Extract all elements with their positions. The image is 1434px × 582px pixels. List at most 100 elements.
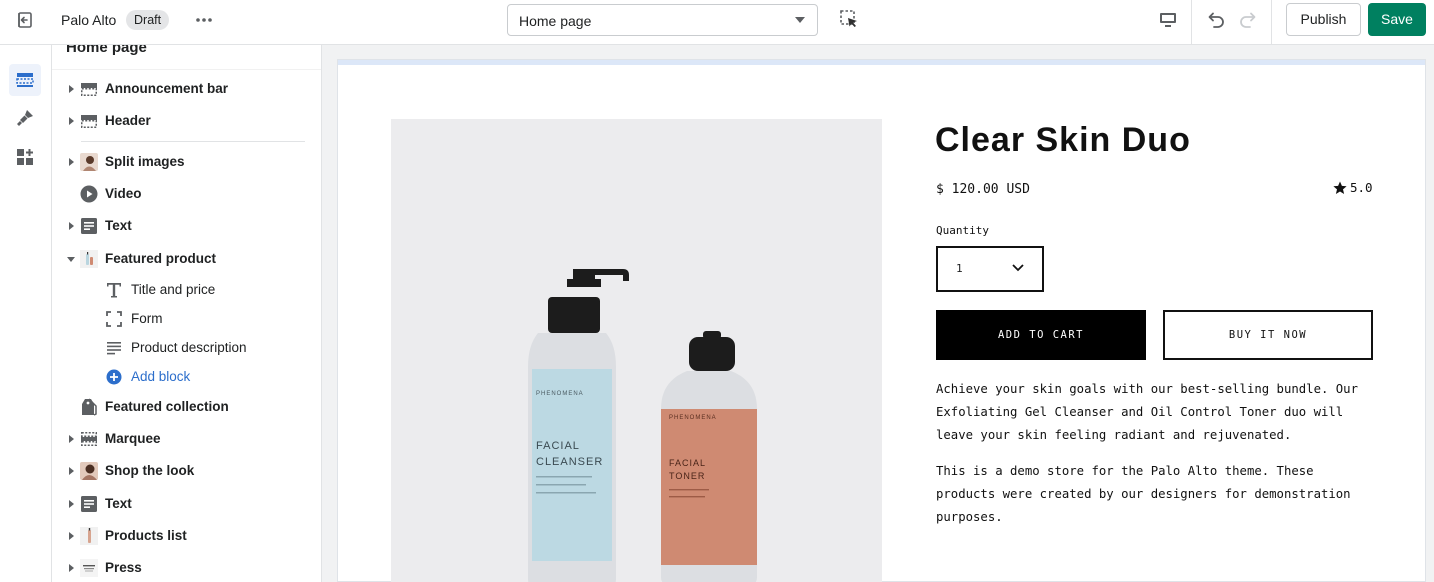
paintbrush-icon bbox=[17, 110, 33, 126]
description-paragraph: This is a demo store for the Palo Alto t… bbox=[936, 464, 1351, 524]
theme-settings-nav-button[interactable] bbox=[9, 102, 41, 134]
product-image[interactable]: PHENOMENA FACIAL CLEANSER PHENOMENA FACI… bbox=[391, 119, 882, 582]
product-price: $ 120.00 USD bbox=[936, 182, 1030, 197]
section-featured-collection[interactable]: Featured collection bbox=[52, 394, 321, 420]
select-cursor-icon bbox=[840, 10, 857, 27]
save-button[interactable]: Save bbox=[1368, 3, 1426, 36]
caret-right-icon[interactable] bbox=[66, 221, 76, 231]
editor-nav-rail bbox=[0, 45, 52, 582]
section-split-images[interactable]: Split images bbox=[52, 149, 321, 175]
add-block-label: Add block bbox=[131, 369, 191, 384]
section-announcement-bar[interactable]: Announcement bar bbox=[52, 76, 321, 102]
section-shop-the-look[interactable]: Shop the look bbox=[52, 458, 321, 484]
press-logo-icon bbox=[80, 559, 98, 577]
section-video[interactable]: Video bbox=[52, 181, 321, 207]
desktop-view-button[interactable] bbox=[1155, 7, 1181, 33]
add-block-button[interactable]: Add block bbox=[52, 364, 321, 390]
rating-value: 5.0 bbox=[1350, 180, 1373, 195]
section-press[interactable]: Press bbox=[52, 555, 321, 581]
product-thumbnail-icon bbox=[80, 250, 98, 268]
desktop-icon bbox=[1160, 13, 1176, 27]
section-label: Video bbox=[105, 186, 142, 201]
store-name: Palo Alto bbox=[61, 12, 117, 28]
text-block-icon bbox=[80, 495, 98, 513]
layout-header-icon bbox=[80, 112, 98, 130]
section-header[interactable]: Header bbox=[52, 108, 321, 134]
preview-frame-edge bbox=[338, 60, 1425, 65]
text-block-icon bbox=[80, 217, 98, 235]
caret-right-icon[interactable] bbox=[66, 499, 76, 509]
block-form[interactable]: Form bbox=[52, 306, 321, 332]
caret-right-icon[interactable] bbox=[66, 466, 76, 476]
page-select[interactable]: Home page bbox=[507, 4, 818, 36]
caret-right-icon[interactable] bbox=[66, 157, 76, 167]
publish-button[interactable]: Publish bbox=[1286, 3, 1361, 36]
section-label: Products list bbox=[105, 528, 187, 543]
redo-button[interactable] bbox=[1235, 7, 1261, 33]
section-text[interactable]: Text bbox=[52, 491, 321, 517]
caret-down-icon bbox=[795, 17, 805, 23]
plus-circle-icon bbox=[105, 368, 123, 386]
caret-right-icon[interactable] bbox=[66, 84, 76, 94]
undo-button[interactable] bbox=[1203, 7, 1229, 33]
section-featured-product[interactable]: Featured product bbox=[52, 246, 321, 272]
caret-right-icon[interactable] bbox=[66, 563, 76, 573]
left-bottle-name-line1: FACIAL bbox=[536, 440, 580, 452]
section-label: Press bbox=[105, 560, 142, 575]
more-actions-button[interactable] bbox=[192, 8, 216, 32]
chevron-down-icon bbox=[1012, 264, 1024, 272]
block-product-description[interactable]: Product description bbox=[52, 335, 321, 361]
block-title-and-price[interactable]: Title and price bbox=[52, 277, 321, 303]
product-title: Clear Skin Duo bbox=[935, 121, 1191, 159]
right-bottle-brand: PHENOMENA bbox=[669, 415, 717, 421]
image-thumbnail-icon bbox=[80, 153, 98, 171]
caret-right-icon[interactable] bbox=[66, 434, 76, 444]
status-badge: Draft bbox=[126, 10, 170, 30]
quantity-label: Quantity bbox=[936, 224, 989, 237]
left-bottle-name-line2: CLEANSER bbox=[536, 456, 603, 468]
align-left-icon bbox=[105, 339, 123, 357]
quantity-value: 1 bbox=[956, 262, 963, 275]
section-label: Text bbox=[105, 218, 132, 233]
section-label: Text bbox=[105, 496, 132, 511]
layout-bar-icon bbox=[80, 80, 98, 98]
product-thumbnail-icon bbox=[80, 527, 98, 545]
add-to-cart-button[interactable]: ADD TO CART bbox=[936, 310, 1146, 360]
section-label: Header bbox=[105, 113, 151, 128]
caret-right-icon[interactable] bbox=[66, 116, 76, 126]
type-icon bbox=[105, 281, 123, 299]
undo-icon bbox=[1208, 12, 1224, 28]
sections-sidebar: Home page Announcement bar Header Split … bbox=[52, 45, 322, 582]
description-paragraph: Achieve your skin goals with our best-se… bbox=[936, 382, 1358, 442]
section-label: Shop the look bbox=[105, 463, 195, 478]
quantity-select[interactable]: 1 bbox=[936, 246, 1044, 292]
star-icon bbox=[1333, 181, 1347, 194]
inspector-button[interactable] bbox=[836, 6, 862, 32]
toolbar-divider bbox=[1191, 0, 1192, 44]
section-label: Announcement bar bbox=[105, 81, 229, 96]
sidebar-title-divider bbox=[52, 69, 321, 70]
sidebar-title: Home page bbox=[66, 45, 147, 56]
block-label: Product description bbox=[131, 340, 247, 355]
apps-nav-button[interactable] bbox=[9, 141, 41, 173]
product-description: Achieve your skin goals with our best-se… bbox=[936, 378, 1376, 543]
caret-down-icon[interactable] bbox=[66, 254, 76, 264]
buy-it-now-button[interactable]: BUY IT NOW bbox=[1163, 310, 1373, 360]
header-sections-divider bbox=[81, 141, 305, 142]
left-bottle-brand: PHENOMENA bbox=[536, 391, 584, 397]
collection-tag-icon bbox=[80, 398, 98, 416]
block-label: Title and price bbox=[131, 282, 216, 297]
exit-editor-button[interactable] bbox=[10, 6, 40, 34]
product-bottles-image: PHENOMENA FACIAL CLEANSER PHENOMENA FACI… bbox=[528, 269, 757, 582]
section-products-list[interactable]: Products list bbox=[52, 523, 321, 549]
image-thumbnail-icon bbox=[80, 462, 98, 480]
form-frame-icon bbox=[105, 310, 123, 328]
caret-right-icon[interactable] bbox=[66, 531, 76, 541]
theme-preview: PHENOMENA FACIAL CLEANSER PHENOMENA FACI… bbox=[322, 45, 1434, 582]
section-marquee[interactable]: Marquee bbox=[52, 426, 321, 452]
section-text[interactable]: Text bbox=[52, 213, 321, 239]
section-label: Marquee bbox=[105, 431, 161, 446]
page-select-value: Home page bbox=[519, 13, 592, 29]
redo-icon bbox=[1240, 12, 1256, 28]
sections-nav-button[interactable] bbox=[9, 64, 41, 96]
